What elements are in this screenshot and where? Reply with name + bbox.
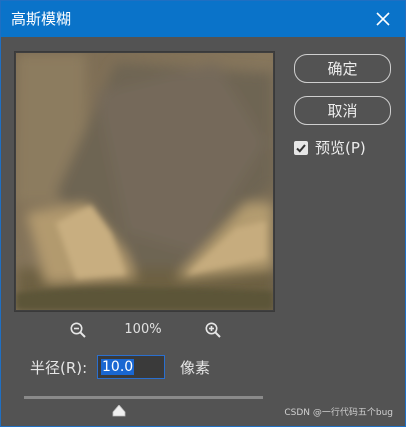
preview-checkbox[interactable] <box>294 141 308 155</box>
zoom-out-icon <box>70 322 86 338</box>
radius-slider-track[interactable] <box>24 396 263 399</box>
preview-area[interactable] <box>14 51 275 312</box>
watermark: CSDN @一行代码五个bug <box>284 408 393 418</box>
zoom-in-icon <box>205 322 221 338</box>
gaussian-blur-dialog: 高斯模糊 确定 取消 预览(P) 100% 半径(R): 10.0 像素 CSD… <box>0 0 406 427</box>
radius-unit: 像素 <box>180 359 211 377</box>
radius-slider-thumb[interactable] <box>112 402 126 417</box>
preview-label: 预览(P) <box>315 139 366 157</box>
radius-input[interactable]: 10.0 <box>97 355 165 379</box>
close-button[interactable] <box>361 1 405 37</box>
blurred-preview-image <box>16 53 273 310</box>
radius-label: 半径(R): <box>30 359 88 377</box>
cancel-button[interactable]: 取消 <box>294 96 391 125</box>
slider-thumb-icon <box>112 404 126 417</box>
zoom-in-button[interactable] <box>204 321 222 339</box>
checkmark-icon <box>296 144 306 153</box>
zoom-level: 100% <box>124 322 162 337</box>
title-bar: 高斯模糊 <box>1 1 405 37</box>
dialog-title: 高斯模糊 <box>11 10 72 28</box>
zoom-out-button[interactable] <box>69 321 87 339</box>
close-icon <box>376 12 390 26</box>
ok-button[interactable]: 确定 <box>294 54 391 83</box>
radius-value[interactable]: 10.0 <box>101 359 135 375</box>
